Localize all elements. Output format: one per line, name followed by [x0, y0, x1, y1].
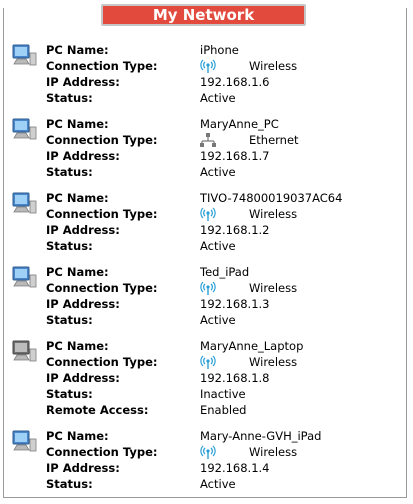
status-label: Status: — [46, 239, 93, 253]
status-value: Active — [200, 313, 236, 327]
wireless-icon — [200, 207, 216, 221]
header-tab: My Network — [101, 4, 306, 26]
status-value: Active — [200, 239, 236, 253]
computer-inactive-icon — [12, 340, 37, 362]
pc-name-label: PC Name: — [46, 43, 109, 57]
pc-name-label: PC Name: — [46, 429, 109, 443]
ip-address-label: IP Address: — [46, 75, 120, 89]
ip-address-label: IP Address: — [46, 297, 120, 311]
computer-icon — [12, 430, 37, 452]
status-label: Status: — [46, 477, 93, 491]
status-value: Inactive — [200, 387, 246, 401]
remote-access-label: Remote Access: — [46, 403, 149, 417]
connection-type-label: Connection Type: — [46, 59, 158, 73]
computer-icon — [12, 266, 37, 288]
wireless-icon — [200, 59, 216, 73]
pc-name-value: Mary-Anne-GVH_iPad — [200, 429, 322, 443]
connection-type-value: Ethernet — [249, 133, 299, 147]
pc-name-value: MaryAnne_Laptop — [200, 339, 304, 353]
ip-address-value: 192.168.1.3 — [200, 297, 270, 311]
ip-address-label: IP Address: — [46, 149, 120, 163]
pc-name-value: iPhone — [200, 43, 239, 57]
pc-name-label: PC Name: — [46, 117, 109, 131]
connection-type-label: Connection Type: — [46, 445, 158, 459]
connection-type-value: Wireless — [249, 207, 298, 221]
pc-name-label: PC Name: — [46, 265, 109, 279]
connection-type-label: Connection Type: — [46, 281, 158, 295]
status-label: Status: — [46, 313, 93, 327]
ip-address-value: 192.168.1.7 — [200, 149, 270, 163]
wireless-icon — [200, 445, 216, 459]
status-value: Active — [200, 91, 236, 105]
computer-icon — [12, 192, 37, 214]
ip-address-label: IP Address: — [46, 371, 120, 385]
status-label: Status: — [46, 165, 93, 179]
connection-type-value: Wireless — [249, 281, 298, 295]
pc-name-label: PC Name: — [46, 191, 109, 205]
ip-address-label: IP Address: — [46, 461, 120, 475]
pc-name-value: Ted_iPad — [200, 265, 250, 279]
computer-icon — [12, 44, 37, 66]
ip-address-value: 192.168.1.6 — [200, 75, 270, 89]
status-label: Status: — [46, 387, 93, 401]
connection-type-label: Connection Type: — [46, 133, 158, 147]
ip-address-value: 192.168.1.2 — [200, 223, 270, 237]
computer-icon — [12, 118, 37, 140]
connection-type-label: Connection Type: — [46, 207, 158, 221]
ip-address-value: 192.168.1.8 — [200, 371, 270, 385]
wireless-icon — [200, 281, 216, 295]
remote-access-value: Enabled — [200, 403, 247, 417]
wireless-icon — [200, 355, 216, 369]
status-value: Active — [200, 165, 236, 179]
connection-type-value: Wireless — [249, 445, 298, 459]
status-label: Status: — [46, 91, 93, 105]
pc-name-value: MaryAnne_PC — [200, 117, 279, 131]
connection-type-value: Wireless — [249, 355, 298, 369]
pc-name-label: PC Name: — [46, 339, 109, 353]
ethernet-icon — [200, 133, 216, 147]
connection-type-label: Connection Type: — [46, 355, 158, 369]
page-title: My Network — [152, 6, 255, 24]
status-value: Active — [200, 477, 236, 491]
ip-address-label: IP Address: — [46, 223, 120, 237]
connection-type-value: Wireless — [249, 59, 298, 73]
pc-name-value: TIVO-74800019037AC64 — [200, 191, 343, 205]
ip-address-value: 192.168.1.4 — [200, 461, 270, 475]
